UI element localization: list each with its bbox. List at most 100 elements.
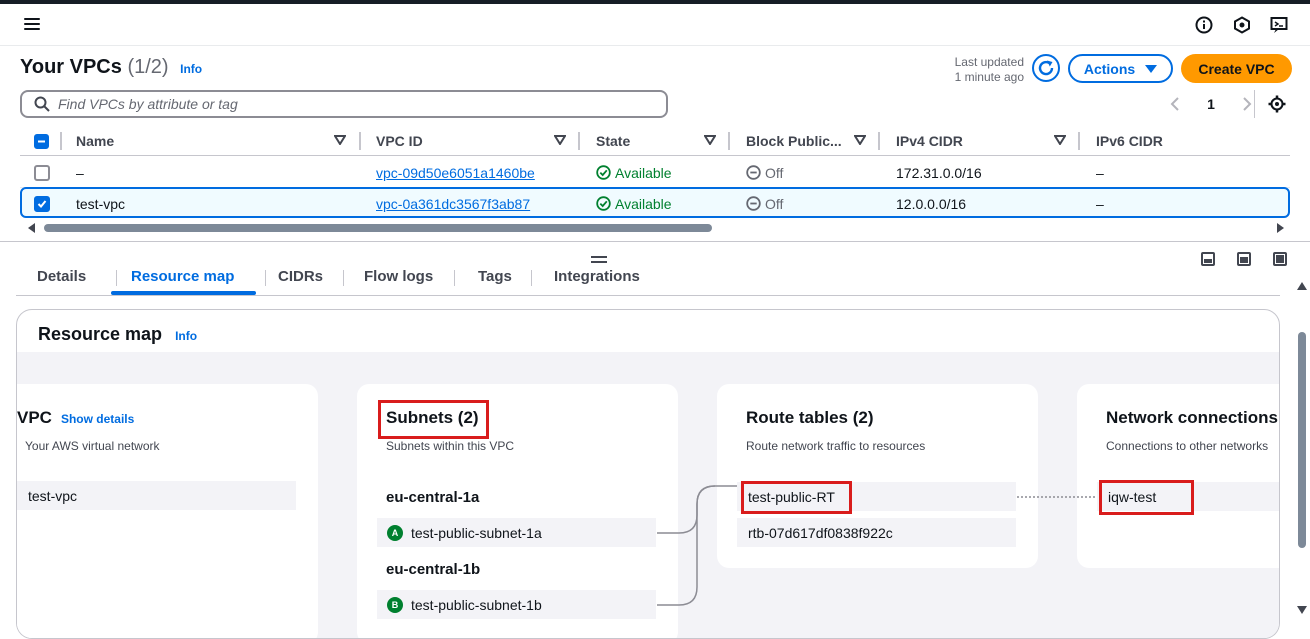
selection-count: (1/2) [127, 56, 169, 78]
info-circle-icon[interactable] [1195, 16, 1213, 34]
row-name: – [76, 164, 84, 181]
table-row[interactable]: – vpc-09d50e6051a1460be Available Off 17… [20, 157, 1290, 188]
row-checkbox[interactable] [34, 195, 50, 212]
sort-icon[interactable] [854, 135, 866, 145]
col-ipv4[interactable]: IPv4 CIDR [896, 126, 1066, 156]
prev-page-icon[interactable] [1170, 97, 1180, 111]
block-text: Off [765, 195, 784, 212]
resource-map-canvas: VPC Show details Your AWS virtual network… [17, 352, 1279, 638]
active-tab-indicator [111, 291, 256, 295]
state-text: Available [615, 164, 672, 181]
page-title: Your VPCs (1/2) Info [20, 56, 202, 79]
detail-tabs: Details Resource map CIDRs Flow logs Tag… [16, 264, 1280, 296]
check-circle-icon [596, 196, 611, 211]
highlight-network-connection [1099, 480, 1194, 515]
split-divider [0, 241, 1310, 242]
minus-circle-icon [746, 196, 761, 211]
col-state-label: State [596, 133, 631, 149]
next-page-icon[interactable] [1242, 97, 1252, 111]
tab-divider [343, 270, 344, 286]
gear-icon[interactable] [1268, 95, 1286, 113]
title-text: Your VPCs [20, 56, 122, 78]
tab-divider [454, 270, 455, 286]
state-text: Available [615, 195, 672, 212]
search-field[interactable] [20, 90, 668, 118]
block-text: Off [765, 164, 784, 181]
row-ipv6: – [1096, 164, 1104, 181]
col-name-label: Name [76, 133, 115, 149]
scroll-down-icon[interactable] [1297, 606, 1307, 614]
col-vpc-id[interactable]: VPC ID [376, 126, 566, 156]
minus-circle-icon [746, 165, 761, 180]
tab-resource-map[interactable]: Resource map [131, 268, 234, 285]
tab-integrations[interactable]: Integrations [554, 268, 640, 285]
last-updated-value: 1 minute ago [954, 70, 1024, 84]
scroll-thumb[interactable] [44, 224, 712, 232]
actions-label: Actions [1083, 60, 1136, 77]
col-name[interactable]: Name [76, 126, 346, 156]
tab-tags[interactable]: Tags [478, 268, 512, 285]
vpc-id-link[interactable]: vpc-09d50e6051a1460be [376, 165, 535, 181]
scroll-thumb[interactable] [1298, 332, 1306, 548]
info-link[interactable]: Info [180, 62, 202, 76]
state-available: Available [596, 196, 672, 212]
highlight-route-table [741, 481, 852, 514]
row-ipv4: 172.31.0.0/16 [896, 164, 982, 181]
search-icon [34, 96, 50, 112]
table-header: Name VPC ID State Block Public... IPv4 C… [20, 126, 1290, 156]
col-ipv6-label: IPv6 CIDR [1096, 133, 1163, 149]
tab-details[interactable]: Details [37, 268, 86, 285]
feedback-icon[interactable] [1270, 16, 1288, 34]
tab-cidrs[interactable]: CIDRs [278, 268, 323, 285]
tab-divider [265, 270, 266, 286]
connection-lines [657, 485, 1097, 606]
col-divider [878, 132, 880, 150]
col-divider [578, 132, 580, 150]
row-checkbox[interactable] [34, 164, 50, 181]
resource-map-panel: Resource map Info VPC Show details Your A… [16, 309, 1280, 639]
col-vpc-id-label: VPC ID [376, 133, 423, 149]
hexagon-icon[interactable] [1233, 16, 1251, 34]
col-ipv4-label: IPv4 CIDR [896, 133, 963, 149]
state-available: Available [596, 165, 672, 181]
actions-button[interactable]: Actions [1068, 54, 1173, 83]
sort-icon[interactable] [554, 135, 566, 145]
block-off: Off [746, 196, 783, 212]
col-state[interactable]: State [596, 126, 716, 156]
col-divider [1078, 132, 1080, 150]
last-updated: Last updated 1 minute ago [940, 55, 1024, 85]
table-row-selected[interactable]: test-vpc vpc-0a361dc3567f3ab87 Available… [20, 187, 1290, 218]
col-divider [359, 132, 361, 150]
refresh-button[interactable] [1032, 54, 1060, 82]
col-block-public-label: Block Public... [746, 133, 842, 149]
resource-map-title-text: Resource map [38, 324, 163, 344]
vertical-scrollbar[interactable] [1296, 280, 1308, 622]
current-page[interactable]: 1 [1207, 96, 1215, 112]
resource-map-title: Resource map Info [38, 324, 197, 345]
col-divider [728, 132, 730, 150]
sort-icon[interactable] [334, 135, 346, 145]
tab-flow-logs[interactable]: Flow logs [364, 268, 433, 285]
select-all-checkbox[interactable] [34, 133, 49, 149]
sort-icon[interactable] [1054, 135, 1066, 145]
vpc-id-link[interactable]: vpc-0a361dc3567f3ab87 [376, 196, 530, 212]
refresh-icon [1038, 60, 1054, 76]
block-off: Off [746, 165, 783, 181]
info-link[interactable]: Info [175, 329, 197, 343]
horizontal-scrollbar[interactable] [20, 221, 1290, 235]
scroll-up-icon[interactable] [1297, 282, 1307, 290]
search-input[interactable] [58, 96, 638, 112]
col-ipv6[interactable]: IPv6 CIDR [1096, 126, 1246, 156]
highlight-subnets [378, 400, 489, 439]
menu-icon[interactable] [24, 18, 40, 33]
row-name: test-vpc [76, 195, 126, 212]
sort-icon[interactable] [704, 135, 716, 145]
scroll-right-icon[interactable] [1276, 223, 1284, 233]
create-vpc-button[interactable]: Create VPC [1181, 54, 1292, 83]
scroll-left-icon[interactable] [28, 223, 36, 233]
col-block-public[interactable]: Block Public... [746, 126, 866, 156]
select-all-cell[interactable] [34, 126, 49, 156]
tab-divider [531, 270, 532, 286]
pager-divider [1254, 90, 1255, 118]
pagination: 1 [1170, 92, 1252, 116]
